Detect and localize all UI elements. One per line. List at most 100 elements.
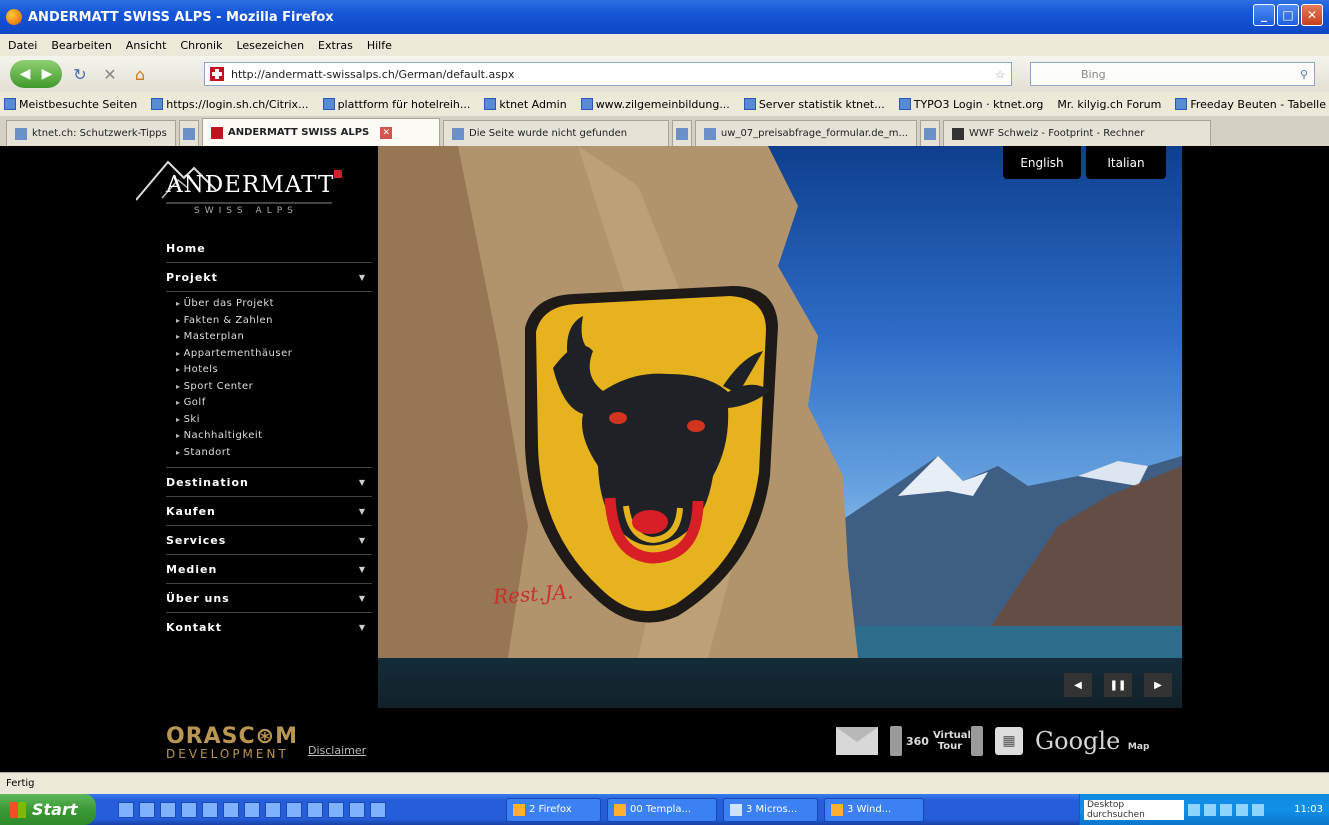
tab-ktnet[interactable]: ktnet.ch: Schutzwerk-Tipps (6, 120, 176, 146)
bookmark-label: Mr. kilyig.ch Forum (1057, 97, 1162, 111)
taskbar-item[interactable]: 3 Micros... (723, 797, 818, 822)
quicklaunch-icon[interactable] (370, 801, 386, 818)
tab-close-icon[interactable]: ✕ (380, 126, 393, 139)
taskbar-item[interactable]: 00 Templa... (607, 797, 717, 822)
bookmark-item[interactable]: Mr. kilyig.ch Forum (1057, 98, 1161, 111)
tab-preisabfrage[interactable]: uw_07_preisabfrage_formular.de_m... (695, 120, 917, 146)
orascom-logo[interactable]: ORASC⊛M DEVELOPMENT (166, 724, 298, 761)
nav-item-services[interactable]: Services ▼ (166, 526, 372, 555)
nav-item-kaufen[interactable]: Kaufen ▼ (166, 497, 372, 526)
tab-label: ANDERMATT SWISS ALPS (228, 127, 370, 138)
search-input[interactable]: Bing ⚲ (1030, 62, 1315, 86)
minimize-button[interactable]: _ (1253, 4, 1275, 26)
caret-down-icon: ▼ (358, 623, 366, 632)
reload-icon[interactable]: ↻ (68, 62, 92, 86)
tab-pinned-2[interactable] (672, 120, 692, 146)
bookmark-label: https://login.sh.ch/Citrix... (166, 97, 309, 111)
virtual-tour-link[interactable]: 360 Virtual Tour (890, 726, 983, 756)
quicklaunch-icon[interactable] (349, 801, 365, 818)
start-button[interactable]: Start (0, 794, 96, 825)
bookmark-item[interactable]: Server statistik ktnet... (743, 98, 885, 111)
quicklaunch-icon[interactable] (118, 801, 134, 818)
slideshow-pause-button[interactable]: ❚❚ (1104, 673, 1132, 697)
subnav-item[interactable]: Masterplan (176, 329, 372, 346)
tray-icon[interactable] (1236, 803, 1248, 816)
bookmark-item[interactable]: TYPO3 Login · ktnet.org (898, 98, 1043, 111)
taskbar-item[interactable]: 2 Firefox (506, 797, 601, 822)
logo-name: ANDERMATT (166, 172, 335, 198)
nav-item-ueber-uns[interactable]: Über uns ▼ (166, 584, 372, 613)
bookmark-item[interactable]: ktnet Admin (484, 98, 567, 111)
bookmark-item[interactable]: plattform für hotelreih... (322, 98, 470, 111)
tab-wwf[interactable]: WWF Schweiz - Footprint - Rechner (943, 120, 1211, 146)
bookmark-item[interactable]: www.zilgemeinbildung... (580, 98, 730, 111)
menu-hilfe[interactable]: Hilfe (367, 39, 392, 52)
quicklaunch-icon[interactable] (160, 801, 176, 818)
search-icon[interactable]: ⚲ (1300, 68, 1308, 81)
close-button[interactable]: ✕ (1301, 4, 1323, 26)
subnav-item[interactable]: Appartementhäuser (176, 346, 372, 363)
quicklaunch-icon[interactable] (286, 801, 302, 818)
lang-italian-button[interactable]: Italian (1086, 146, 1166, 179)
tab-pinned[interactable] (179, 120, 199, 146)
url-bar[interactable]: http://andermatt-swissalps.ch/German/def… (204, 62, 1012, 86)
andermatt-logo[interactable]: ANDERMATT SWISS ALPS (136, 150, 356, 220)
nav-label: Kontakt (166, 621, 222, 634)
bookmark-item[interactable]: https://login.sh.ch/Citrix... (151, 97, 309, 111)
quicklaunch-icon[interactable] (307, 801, 323, 818)
quicklaunch-icon[interactable] (223, 801, 239, 818)
google-map-link[interactable]: Google Map (1035, 727, 1149, 755)
menu-extras[interactable]: Extras (318, 39, 353, 52)
quicklaunch-icon[interactable] (328, 801, 344, 818)
disclaimer-link[interactable]: Disclaimer (308, 744, 366, 757)
maximize-button[interactable]: □ (1277, 4, 1299, 26)
bookmark-item[interactable]: Meistbesuchte Seiten (4, 98, 137, 111)
back-arrow-icon[interactable]: ◀ (14, 66, 36, 82)
tray-icon[interactable] (1220, 803, 1232, 816)
subnav-item[interactable]: Über das Projekt (176, 296, 372, 313)
hero-slideshow[interactable]: Rest.JA. English Italian ◀ ❚❚ ▶ (378, 146, 1182, 708)
nav-item-projekt[interactable]: Projekt ▼ (166, 263, 372, 292)
subnav-item[interactable]: Hotels (176, 362, 372, 379)
bookmark-icon (4, 98, 16, 110)
tray-icon[interactable] (1188, 803, 1200, 816)
quicklaunch-icon[interactable] (265, 801, 281, 818)
quicklaunch-icon[interactable] (181, 801, 197, 818)
menu-ansicht[interactable]: Ansicht (126, 39, 167, 52)
subnav-item[interactable]: Nachhaltigkeit (176, 428, 372, 445)
tab-andermatt[interactable]: ANDERMATT SWISS ALPS ✕ (202, 118, 440, 146)
mail-icon[interactable] (836, 727, 878, 755)
menu-lesezeichen[interactable]: Lesezeichen (236, 39, 304, 52)
tab-pinned-3[interactable] (920, 120, 940, 146)
building-map-icon[interactable]: ▦ (994, 727, 1023, 755)
nav-item-destination[interactable]: Destination ▼ (166, 468, 372, 497)
subnav-item[interactable]: Golf (176, 395, 372, 412)
slideshow-prev-button[interactable]: ◀ (1064, 673, 1092, 697)
quicklaunch-icon[interactable] (139, 801, 155, 818)
stop-icon[interactable]: ✕ (98, 62, 122, 86)
menu-bearbeiten[interactable]: Bearbeiten (51, 39, 111, 52)
menu-datei[interactable]: Datei (8, 39, 37, 52)
home-icon[interactable]: ⌂ (128, 62, 152, 86)
nav-item-medien[interactable]: Medien ▼ (166, 555, 372, 584)
quicklaunch-icon[interactable] (202, 801, 218, 818)
menu-chronik[interactable]: Chronik (180, 39, 222, 52)
bookmark-item[interactable]: Freeday Beuten - Tabelle (1175, 98, 1326, 111)
subnav-item[interactable]: Standort (176, 445, 372, 462)
status-text: Fertig (6, 778, 35, 789)
subnav-item[interactable]: Fakten & Zahlen (176, 313, 372, 330)
desktop-search-input[interactable]: Desktop durchsuchen (1084, 799, 1184, 820)
slideshow-next-button[interactable]: ▶ (1144, 673, 1172, 697)
taskbar-item[interactable]: 3 Wind... (824, 797, 924, 822)
subnav-item[interactable]: Ski (176, 412, 372, 429)
tab-not-found[interactable]: Die Seite wurde nicht gefunden (443, 120, 669, 146)
subnav-item[interactable]: Sport Center (176, 379, 372, 396)
bookmark-star-icon[interactable]: ☆ (995, 68, 1005, 81)
nav-item-home[interactable]: Home (166, 234, 372, 263)
nav-item-kontakt[interactable]: Kontakt ▼ (166, 613, 372, 642)
tray-icon[interactable] (1252, 803, 1264, 816)
tray-icon[interactable] (1204, 803, 1216, 816)
quicklaunch-icon[interactable] (244, 801, 260, 818)
forward-arrow-icon[interactable]: ▶ (36, 66, 58, 82)
lang-english-button[interactable]: English (1003, 146, 1081, 179)
